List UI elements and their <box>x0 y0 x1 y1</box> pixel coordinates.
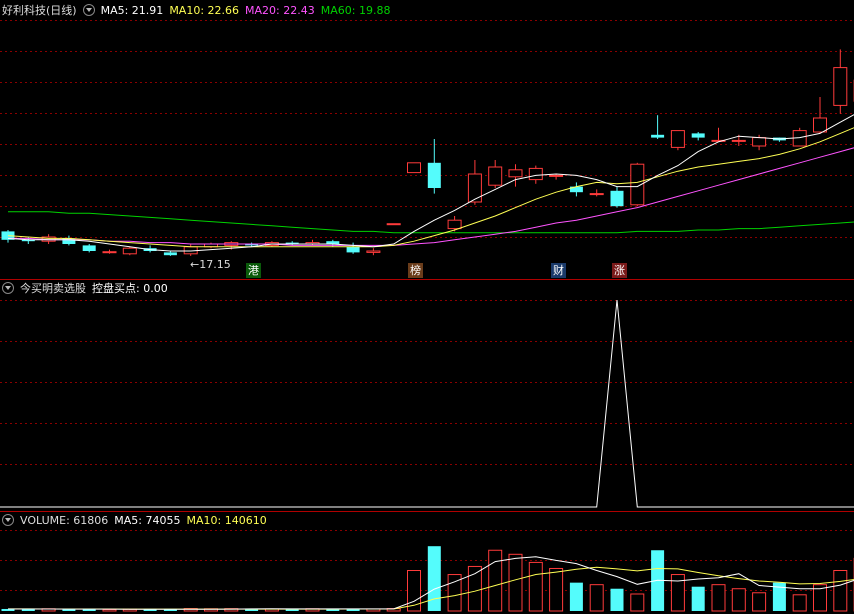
volume-bar <box>528 561 543 612</box>
indicator-value: 控盘买点: 0.00 <box>92 282 168 295</box>
candle-body <box>752 137 767 147</box>
candle-body <box>467 173 482 203</box>
volume-bar <box>102 609 117 612</box>
volume-dropdown-icon[interactable] <box>2 514 14 526</box>
candle-body <box>366 250 381 253</box>
candle-body <box>163 252 177 256</box>
volume-bar <box>488 549 503 612</box>
ma5-label: MA5: 21.91 <box>100 4 164 17</box>
volume-bar <box>610 588 624 611</box>
candle-body <box>386 223 401 226</box>
volume-bar <box>589 584 604 612</box>
candle-body <box>813 117 827 133</box>
volume-bar <box>792 594 807 612</box>
volume-panel-header: VOLUME: 61806 MA5: 74055 MA10: 140610 <box>2 513 273 529</box>
ma20-line <box>8 147 854 246</box>
candle-body <box>346 246 360 253</box>
volume-bar <box>833 570 848 612</box>
volume-bar <box>427 546 441 611</box>
candle-body <box>488 166 503 186</box>
volume-bar <box>630 593 645 612</box>
candle-body <box>528 167 543 181</box>
candle-body <box>447 219 462 230</box>
candle-body <box>62 238 76 244</box>
indicator-panel-header: 今买明卖选股 控盘买点: 0.00 <box>2 281 174 297</box>
tag-zhang[interactable]: 涨 <box>612 263 627 278</box>
stock-title[interactable]: 好利科技(日线) <box>2 4 77 17</box>
candle-body <box>122 247 137 255</box>
candle-body <box>427 162 441 188</box>
volume-bar <box>691 586 705 611</box>
low-price-label: ←17.15 <box>190 258 231 271</box>
candle-body <box>102 251 117 254</box>
candle-body <box>508 169 523 178</box>
candle-body <box>82 245 96 251</box>
candle-body <box>670 130 685 148</box>
volume-bar <box>549 567 564 612</box>
candle-body <box>651 134 665 138</box>
ma10-label: MA10: 22.66 <box>169 4 240 17</box>
volume-ma10-label: MA10: 140610 <box>186 514 267 527</box>
candle-body <box>610 190 624 207</box>
candle-body <box>731 139 746 142</box>
candle-body <box>833 67 848 106</box>
indicator-name[interactable]: 今买明卖选股 <box>20 282 86 295</box>
candle-body <box>549 174 564 177</box>
volume-bar <box>711 584 726 612</box>
price-panel-header: 好利科技(日线) MA5: 21.91 MA10: 22.66 MA20: 22.43… <box>2 3 396 19</box>
candle-body <box>589 193 604 196</box>
volume-bar <box>508 553 523 612</box>
ma60-label: MA60: 19.88 <box>320 4 391 17</box>
candle-body <box>691 133 705 138</box>
tag-cai[interactable]: 财 <box>551 263 566 278</box>
volume-label: VOLUME: 61806 <box>20 514 109 527</box>
volume-bar <box>82 609 96 611</box>
tag-bang[interactable]: 榜 <box>408 263 423 278</box>
indicator-line <box>0 299 854 508</box>
volume-ma5-label: MA5: 74055 <box>114 514 181 527</box>
volume-bar <box>670 574 685 612</box>
ma20-label: MA20: 22.43 <box>245 4 315 17</box>
volume-bar <box>752 592 767 612</box>
volume-bar <box>731 588 746 612</box>
dropdown-icon[interactable] <box>82 4 95 16</box>
candle-body <box>407 162 421 174</box>
volume-bar <box>569 582 583 611</box>
tag-gang[interactable]: 港 <box>246 263 261 278</box>
indicator-dropdown-icon[interactable] <box>2 282 14 294</box>
